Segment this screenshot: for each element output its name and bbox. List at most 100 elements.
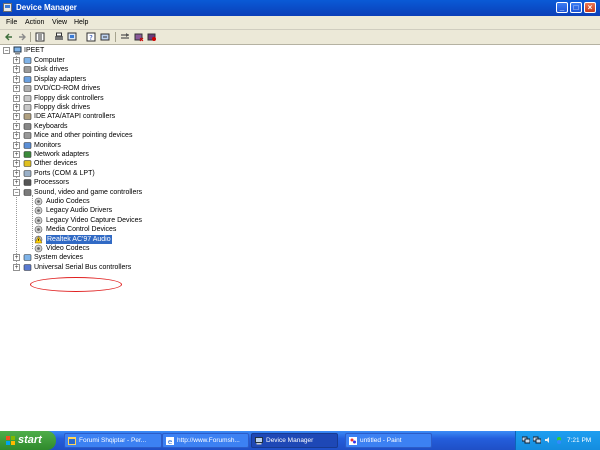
tree-item-label: Video Codecs bbox=[46, 245, 90, 252]
scan-hardware-icon[interactable] bbox=[67, 32, 77, 42]
messenger-icon[interactable] bbox=[555, 436, 563, 444]
title-bar[interactable]: Device Manager _ □ × bbox=[0, 0, 600, 16]
task-device-manager[interactable]: Device Manager bbox=[251, 433, 338, 448]
tree-item-device[interactable]: Audio Codecs bbox=[30, 197, 230, 206]
root-label: IPEET bbox=[24, 47, 45, 54]
tree-item-category[interactable]: + Monitors bbox=[13, 141, 213, 150]
device-category-icon bbox=[23, 132, 32, 139]
expand-toggle[interactable]: + bbox=[13, 254, 20, 262]
tree-item-category[interactable]: + Floppy disk drives bbox=[13, 103, 213, 112]
toolbar: ? bbox=[0, 30, 600, 45]
task-forumi-shqiptar[interactable]: Forumi Shqiptar - Per... bbox=[64, 433, 162, 448]
task-paint[interactable]: untitled - Paint bbox=[345, 433, 432, 448]
tree-item-category[interactable]: + DVD/CD-ROM drives bbox=[13, 84, 213, 93]
tree-item-category[interactable]: + Computer bbox=[13, 56, 213, 65]
tree-item-device[interactable]: Legacy Video Capture Devices bbox=[30, 216, 230, 225]
tree-item-category[interactable]: + Ports (COM & LPT) bbox=[13, 169, 213, 178]
expand-toggle[interactable]: + bbox=[13, 141, 20, 149]
update-driver-icon[interactable] bbox=[100, 32, 110, 42]
expand-toggle[interactable]: + bbox=[13, 104, 20, 111]
task-forumsh-url[interactable]: e http://www.Forumsh... bbox=[162, 433, 249, 448]
device-tree[interactable]: − IPEET + Computer + Disk drives + Display ad… bbox=[0, 45, 600, 426]
expand-toggle[interactable]: + bbox=[13, 57, 20, 64]
device-category-icon bbox=[23, 254, 32, 262]
svg-text:?: ? bbox=[89, 34, 93, 42]
sound-device-icon bbox=[34, 216, 43, 225]
tree-item-label: IDE ATA/ATAPI controllers bbox=[34, 113, 116, 121]
expand-toggle[interactable]: + bbox=[13, 122, 20, 130]
tree-item-device[interactable]: Media Control Devices bbox=[30, 225, 230, 234]
tree-item-category[interactable]: + Mice and other pointing devices bbox=[13, 131, 213, 140]
menu-view[interactable]: View bbox=[52, 18, 67, 27]
tree-item-device[interactable]: Legacy Audio Drivers bbox=[30, 206, 230, 215]
tree-item-category[interactable]: + Processors bbox=[13, 178, 213, 187]
expand-toggle[interactable]: + bbox=[13, 160, 20, 168]
tree-item-category[interactable]: + System devices bbox=[13, 253, 213, 262]
tree-item-category[interactable]: + Network adapters bbox=[13, 150, 213, 159]
expand-toggle[interactable]: + bbox=[13, 113, 20, 121]
close-button[interactable]: × bbox=[584, 2, 596, 13]
tree-item-label: Realtek AC'97 Audio bbox=[46, 234, 112, 244]
device-category-icon bbox=[23, 85, 32, 92]
remove-device-icon[interactable] bbox=[147, 32, 157, 42]
expand-toggle[interactable]: + bbox=[13, 94, 20, 102]
expand-toggle[interactable]: + bbox=[13, 169, 20, 177]
collapse-toggle[interactable]: − bbox=[3, 47, 10, 54]
uninstall-icon[interactable] bbox=[120, 32, 130, 42]
network-icon[interactable] bbox=[522, 436, 530, 444]
computer-icon bbox=[13, 46, 22, 55]
tree-item-category[interactable]: − Sound, video and game controllers bbox=[13, 188, 213, 197]
collapse-toggle[interactable]: − bbox=[13, 188, 20, 196]
tree-item-label: Disk drives bbox=[34, 66, 69, 74]
tree-item-category[interactable]: + Universal Serial Bus controllers bbox=[13, 263, 213, 272]
tree-item-label: System devices bbox=[34, 254, 84, 262]
device-category-icon bbox=[23, 263, 32, 271]
forward-arrow-icon[interactable] bbox=[17, 32, 27, 42]
clock: 7:21 PM bbox=[567, 437, 592, 444]
menu-bar: File Action View Help bbox=[0, 16, 600, 30]
expand-toggle[interactable]: + bbox=[13, 263, 20, 271]
print-icon[interactable] bbox=[54, 32, 64, 42]
tree-item-selected[interactable]: Realtek AC'97 Audio bbox=[30, 234, 230, 244]
properties-icon[interactable] bbox=[35, 32, 45, 42]
tree-item-label: Legacy Video Capture Devices bbox=[46, 216, 142, 224]
tree-item-category[interactable]: + Floppy disk controllers bbox=[13, 94, 213, 103]
start-button[interactable]: start bbox=[0, 431, 56, 450]
device-category-icon bbox=[23, 188, 32, 196]
expand-toggle[interactable]: + bbox=[13, 75, 20, 83]
disable-icon[interactable] bbox=[134, 32, 144, 42]
tree-root[interactable]: − IPEET bbox=[3, 46, 123, 55]
help-icon[interactable]: ? bbox=[86, 32, 96, 42]
menu-help[interactable]: Help bbox=[74, 18, 88, 27]
tree-item-category[interactable]: + Keyboards bbox=[13, 122, 213, 131]
tree-item-label: Display adapters bbox=[34, 75, 87, 83]
tree-item-category[interactable]: + Other devices bbox=[13, 159, 213, 168]
menu-file[interactable]: File bbox=[6, 18, 17, 27]
maximize-button[interactable]: □ bbox=[570, 2, 582, 13]
expand-toggle[interactable]: + bbox=[13, 85, 20, 93]
expand-toggle[interactable]: + bbox=[13, 66, 20, 74]
window-title: Device Manager bbox=[16, 3, 77, 12]
svg-text:e: e bbox=[168, 438, 172, 445]
tree-item-label: Other devices bbox=[34, 160, 78, 168]
volume-icon[interactable] bbox=[544, 436, 552, 444]
expand-toggle[interactable]: + bbox=[13, 151, 20, 158]
tree-item-category[interactable]: + Disk drives bbox=[13, 65, 213, 74]
back-arrow-icon[interactable] bbox=[4, 32, 14, 42]
device-category-icon bbox=[23, 160, 32, 168]
tree-item-category[interactable]: + Display adapters bbox=[13, 75, 213, 84]
sound-device-icon bbox=[34, 207, 43, 215]
tree-item-category[interactable]: + IDE ATA/ATAPI controllers bbox=[13, 112, 213, 121]
device-category-icon bbox=[23, 151, 32, 158]
expand-toggle[interactable]: + bbox=[13, 132, 20, 140]
network-icon[interactable] bbox=[533, 436, 541, 444]
menu-action[interactable]: Action bbox=[25, 18, 44, 27]
tree-item-device[interactable]: Video Codecs bbox=[30, 244, 230, 253]
minimize-button[interactable]: _ bbox=[556, 2, 568, 13]
expand-toggle[interactable]: + bbox=[13, 179, 20, 187]
sound-device-icon bbox=[34, 197, 43, 206]
annotation-ellipse bbox=[30, 277, 122, 292]
device-manager-icon bbox=[255, 437, 263, 445]
device-category-icon bbox=[23, 179, 32, 186]
tree-item-label: Processors bbox=[34, 179, 70, 187]
